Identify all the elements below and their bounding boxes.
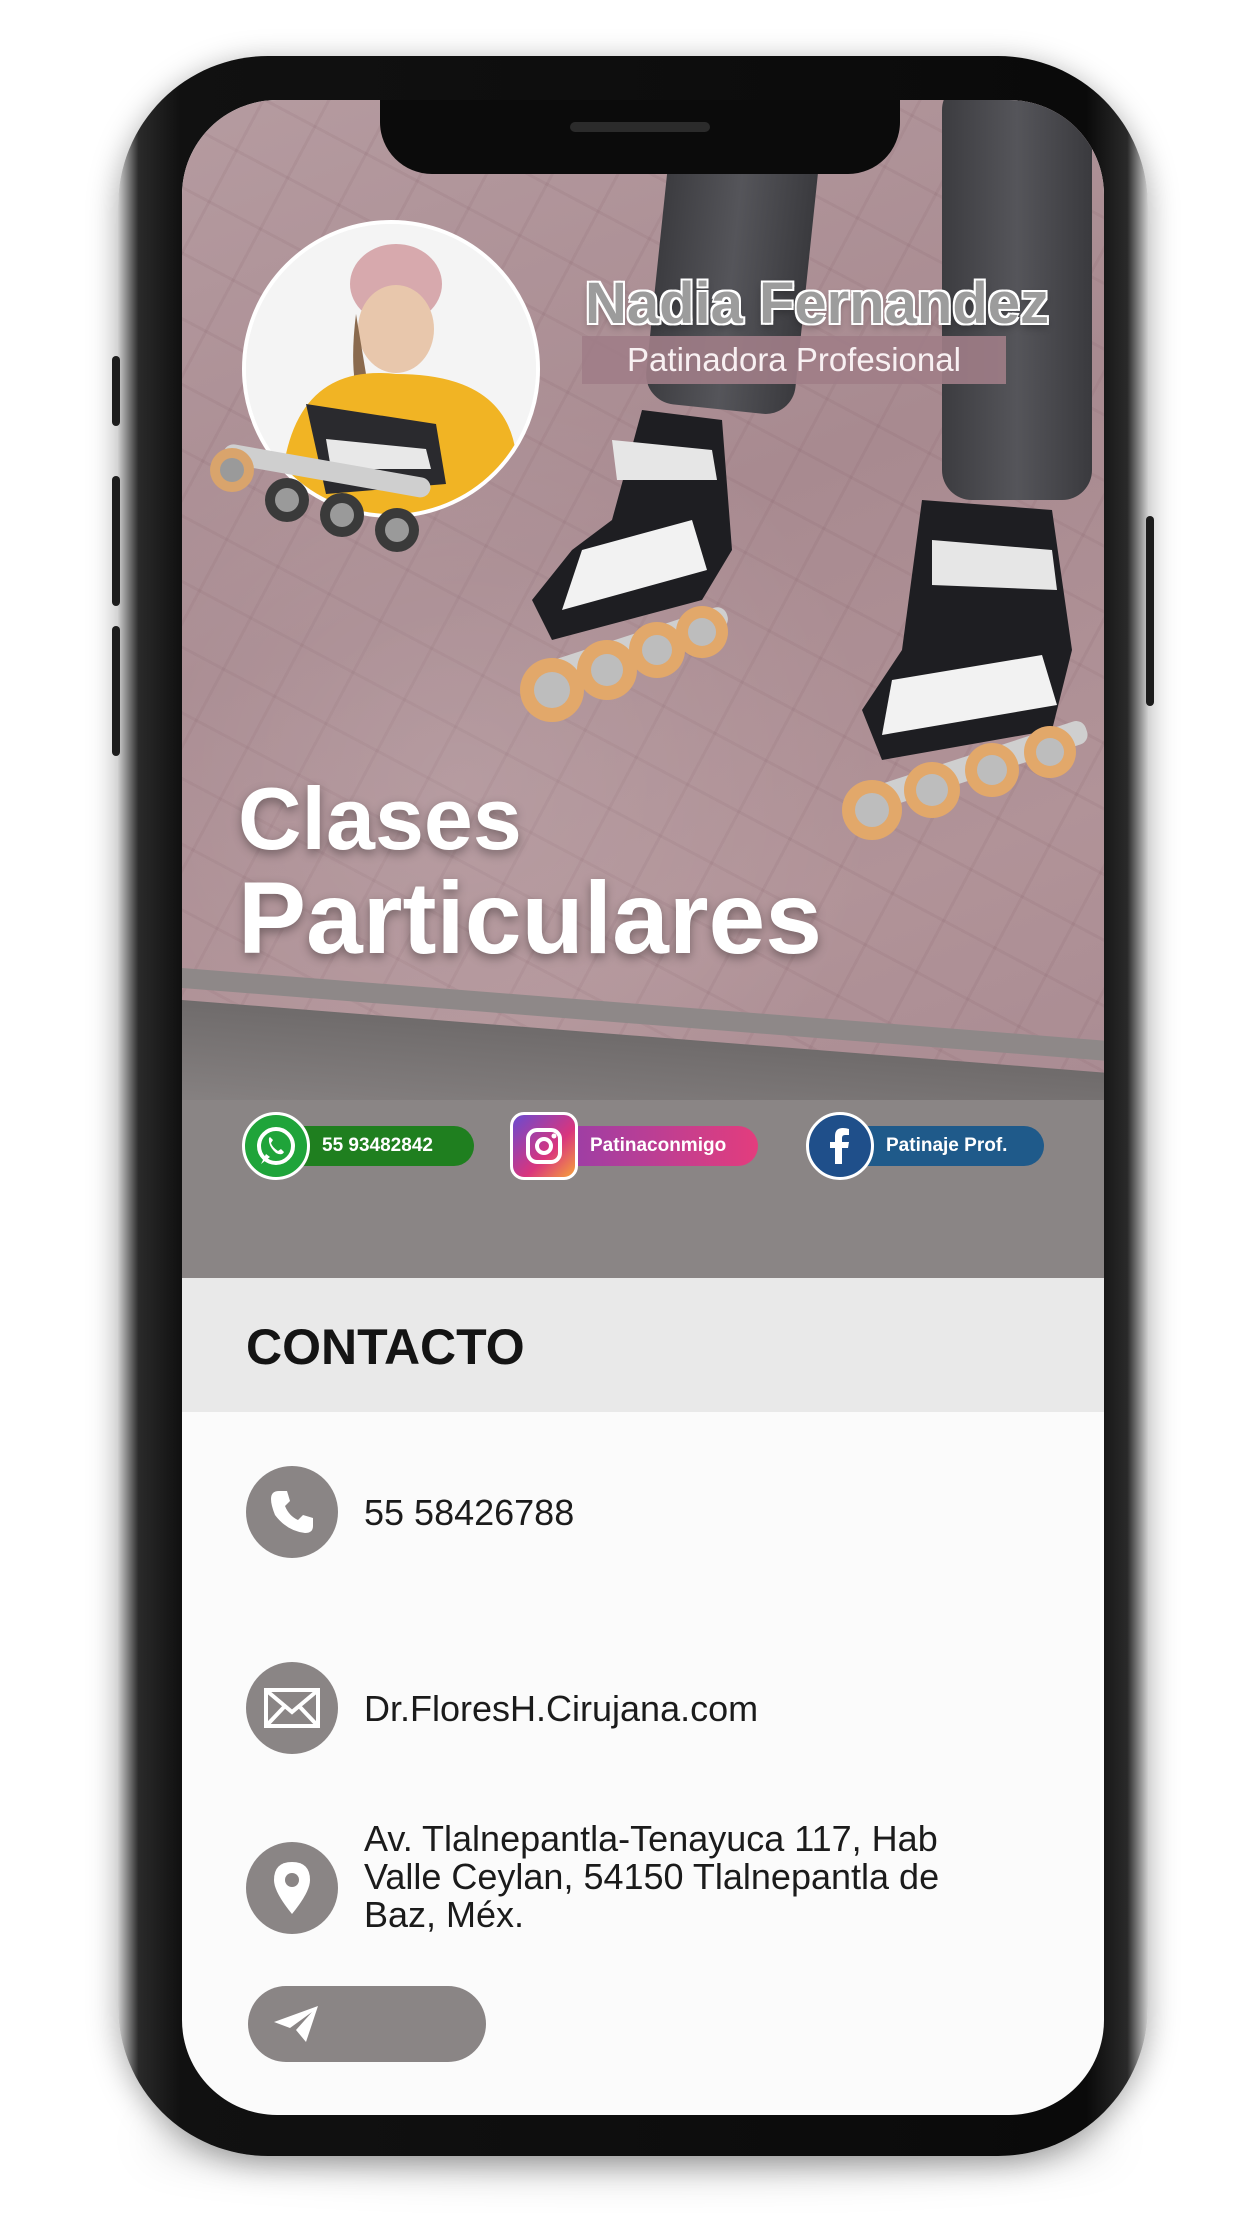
contact-title: CONTACTO — [246, 1319, 525, 1375]
instagram-label: Patinaconmigo — [590, 1135, 727, 1156]
volume-up-button — [112, 476, 120, 606]
power-button — [1146, 516, 1154, 706]
volume-down-button — [112, 626, 120, 756]
contact-address: Av. Tlalnepantla-Tenayuca 117, Hab Valle… — [364, 1820, 939, 1934]
address-line-2: Valle Ceylan, 54150 Tlalnepantla de — [364, 1856, 940, 1897]
whatsapp-label: 55 93482842 — [322, 1135, 433, 1156]
contact-email-row[interactable]: Dr.FloresH.Cirujana.com — [246, 1662, 1046, 1754]
whatsapp-link[interactable]: 55 93482842 — [242, 1112, 474, 1180]
phone-icon — [246, 1466, 338, 1558]
address-line-3: Baz, Méx. — [364, 1894, 525, 1935]
send-icon — [274, 2006, 318, 2042]
hero-banner: Nadia Fernandez Patinadora Profesional C… — [182, 100, 1104, 1340]
contact-address-row[interactable]: Av. Tlalnepantla-Tenayuca 117, Hab Valle… — [246, 1820, 1046, 1950]
address-line-1: Av. Tlalnepantla-Tenayuca 117, Hab — [364, 1818, 938, 1859]
phone-notch — [380, 100, 900, 174]
phone-screen: Nadia Fernandez Patinadora Profesional C… — [182, 100, 1104, 2115]
headline-line1: Clases — [238, 769, 522, 868]
profile-name: Nadia Fernandez — [584, 271, 1050, 336]
facebook-icon — [806, 1112, 874, 1180]
facebook-link[interactable]: Patinaje Prof. — [806, 1112, 1044, 1180]
contact-header: CONTACTO — [182, 1278, 1104, 1412]
instagram-link[interactable]: Patinaconmigo — [510, 1112, 758, 1180]
mail-icon — [246, 1662, 338, 1754]
instagram-icon — [510, 1112, 578, 1180]
location-pin-icon — [246, 1842, 338, 1934]
contact-email: Dr.FloresH.Cirujana.com — [364, 1688, 759, 1729]
headline-line2: Particulares — [238, 861, 823, 975]
send-button[interactable] — [248, 1986, 486, 2062]
facebook-label: Patinaje Prof. — [886, 1135, 1008, 1156]
contact-phone: 55 58426788 — [364, 1492, 575, 1533]
whatsapp-icon — [242, 1112, 310, 1180]
mute-switch — [112, 356, 120, 426]
contact-phone-row[interactable]: 55 58426788 — [246, 1466, 1046, 1558]
right-skate-image — [842, 500, 1088, 840]
profile-role: Patinadora Profesional — [582, 336, 1006, 384]
earpiece-speaker — [570, 122, 710, 132]
skate-wheels-image — [210, 444, 431, 552]
